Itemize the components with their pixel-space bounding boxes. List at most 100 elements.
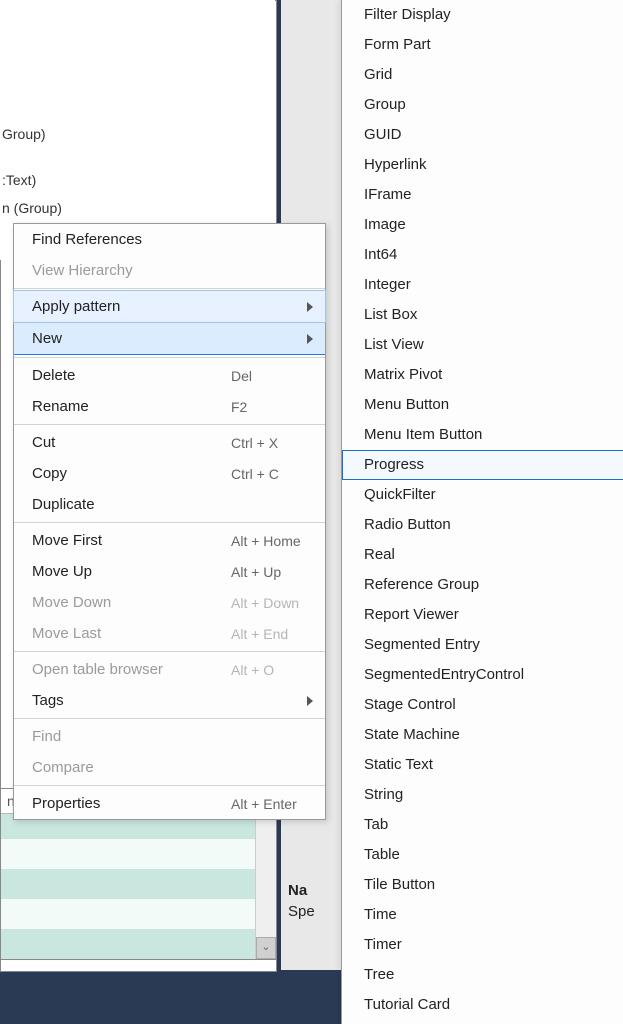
submenu-item-hyperlink[interactable]: Hyperlink: [342, 150, 623, 180]
menu-item-shortcut: F2: [231, 399, 317, 415]
submenu-item-segmented-entry[interactable]: Segmented Entry: [342, 630, 623, 660]
submenu-item-table[interactable]: Table: [342, 840, 623, 870]
menu-item-label: Find: [32, 728, 231, 745]
submenu-item-integer[interactable]: Integer: [342, 270, 623, 300]
submenu-item-static-text[interactable]: Static Text: [342, 750, 623, 780]
menu-item-shortcut: Del: [231, 368, 317, 384]
scrollbar[interactable]: ⌄: [255, 811, 276, 959]
submenu-item-grid[interactable]: Grid: [342, 60, 623, 90]
menu-item-label: Move Down: [32, 594, 231, 611]
menu-item-shortcut: Ctrl + C: [231, 466, 317, 482]
tree-node[interactable]: :Text): [0, 166, 275, 194]
menu-item-label: Tags: [32, 692, 221, 709]
new-control-submenu: Filter DisplayForm PartGridGroupGUIDHype…: [341, 0, 623, 1024]
menu-item-label: Copy: [32, 465, 231, 482]
submenu-item-guid[interactable]: GUID: [342, 120, 623, 150]
menu-item-move-last: Move LastAlt + End: [14, 618, 325, 649]
menu-separator: [14, 785, 325, 786]
submenu-arrow-icon: [307, 334, 313, 344]
menu-item-delete[interactable]: DeleteDel: [14, 360, 325, 391]
menu-item-shortcut: Ctrl + X: [231, 435, 317, 451]
submenu-item-report-viewer[interactable]: Report Viewer: [342, 600, 623, 630]
menu-item-label: New: [32, 330, 221, 347]
submenu-item-reference-group[interactable]: Reference Group: [342, 570, 623, 600]
submenu-item-progress[interactable]: Progress: [342, 450, 623, 480]
menu-item-compare: Compare: [14, 752, 325, 783]
menu-item-find: Find: [14, 721, 325, 752]
menu-separator: [14, 718, 325, 719]
submenu-item-tree[interactable]: Tree: [342, 960, 623, 990]
submenu-item-image[interactable]: Image: [342, 210, 623, 240]
submenu-item-menu-button[interactable]: Menu Button: [342, 390, 623, 420]
menu-item-rename[interactable]: RenameF2: [14, 391, 325, 422]
menu-item-tags[interactable]: Tags: [14, 685, 325, 716]
submenu-item-quickfilter[interactable]: QuickFilter: [342, 480, 623, 510]
submenu-item-timer[interactable]: Timer: [342, 930, 623, 960]
properties-peek: Na Spe: [288, 880, 315, 922]
tree-node[interactable]: Group): [0, 120, 275, 148]
menu-item-shortcut: Alt + End: [231, 626, 317, 642]
submenu-item-list-view[interactable]: List View: [342, 330, 623, 360]
submenu-item-radio-button[interactable]: Radio Button: [342, 510, 623, 540]
submenu-item-state-machine[interactable]: State Machine: [342, 720, 623, 750]
menu-item-label: Delete: [32, 367, 231, 384]
context-menu: Find References View Hierarchy Apply patte…: [13, 223, 326, 820]
menu-item-label: Cut: [32, 434, 231, 451]
submenu-item-form-part[interactable]: Form Part: [342, 30, 623, 60]
submenu-item-time[interactable]: Time: [342, 900, 623, 930]
submenu-item-tutorial-html-component[interactable]: Tutorial HTML Component: [342, 1020, 623, 1024]
submenu-item-iframe[interactable]: IFrame: [342, 180, 623, 210]
menu-separator: [14, 288, 325, 289]
form-tree[interactable]: Group) :Text) n (Group): [0, 0, 275, 260]
menu-item-properties[interactable]: PropertiesAlt + Enter: [14, 788, 325, 819]
submenu-item-group[interactable]: Group: [342, 90, 623, 120]
submenu-item-real[interactable]: Real: [342, 540, 623, 570]
menu-item-label: Rename: [32, 398, 231, 415]
menu-item-shortcut: Alt + Down: [231, 595, 317, 611]
menu-item-label: Find References: [32, 231, 231, 248]
menu-item-duplicate[interactable]: Duplicate: [14, 489, 325, 520]
menu-item-label: Compare: [32, 759, 231, 776]
menu-item-move-down: Move DownAlt + Down: [14, 587, 325, 618]
submenu-item-string[interactable]: String: [342, 780, 623, 810]
menu-item-apply-pattern[interactable]: Apply pattern: [14, 291, 325, 322]
menu-item-label: Open table browser: [32, 661, 231, 678]
menu-item-shortcut: Alt + Enter: [231, 796, 317, 812]
scroll-down-button[interactable]: ⌄: [256, 937, 276, 959]
submenu-item-tutorial-card[interactable]: Tutorial Card: [342, 990, 623, 1020]
menu-item-find-references[interactable]: Find References: [14, 224, 325, 255]
menu-separator: [14, 522, 325, 523]
menu-separator: [14, 651, 325, 652]
submenu-arrow-icon: [307, 696, 313, 706]
submenu-item-int64[interactable]: Int64: [342, 240, 623, 270]
menu-item-shortcut: Alt + Up: [231, 564, 317, 580]
submenu-item-matrix-pivot[interactable]: Matrix Pivot: [342, 360, 623, 390]
menu-item-open-table-browser: Open table browserAlt + O: [14, 654, 325, 685]
submenu-item-list-box[interactable]: List Box: [342, 300, 623, 330]
menu-item-label: Duplicate: [32, 496, 231, 513]
menu-separator: [14, 357, 325, 358]
menu-item-view-hierarchy: View Hierarchy: [14, 255, 325, 286]
menu-item-move-up[interactable]: Move UpAlt + Up: [14, 556, 325, 587]
menu-item-copy[interactable]: CopyCtrl + C: [14, 458, 325, 489]
submenu-item-stage-control[interactable]: Stage Control: [342, 690, 623, 720]
menu-item-new[interactable]: New: [14, 322, 325, 355]
menu-item-move-first[interactable]: Move FirstAlt + Home: [14, 525, 325, 556]
submenu-arrow-icon: [307, 302, 313, 312]
menu-item-shortcut: Alt + Home: [231, 533, 317, 549]
menu-item-label: Move Last: [32, 625, 231, 642]
menu-item-label: Properties: [32, 795, 231, 812]
submenu-item-filter-display[interactable]: Filter Display: [342, 0, 623, 30]
submenu-item-segmentedentrycontrol[interactable]: SegmentedEntryControl: [342, 660, 623, 690]
submenu-item-tile-button[interactable]: Tile Button: [342, 870, 623, 900]
menu-item-label: Apply pattern: [32, 298, 221, 315]
menu-item-cut[interactable]: CutCtrl + X: [14, 427, 325, 458]
menu-separator: [14, 424, 325, 425]
menu-item-shortcut: Alt + O: [231, 662, 317, 678]
menu-item-label: View Hierarchy: [32, 262, 231, 279]
submenu-item-menu-item-button[interactable]: Menu Item Button: [342, 420, 623, 450]
menu-item-label: Move Up: [32, 563, 231, 580]
tree-node[interactable]: n (Group): [0, 194, 275, 222]
menu-item-label: Move First: [32, 532, 231, 549]
submenu-item-tab[interactable]: Tab: [342, 810, 623, 840]
